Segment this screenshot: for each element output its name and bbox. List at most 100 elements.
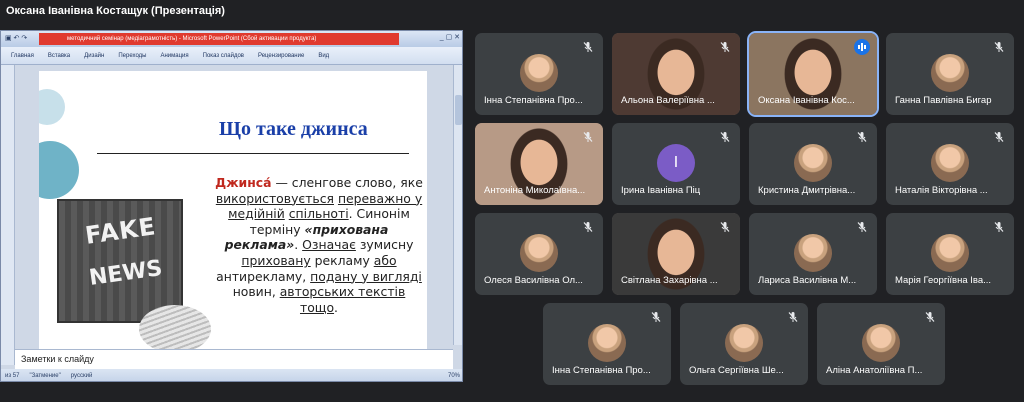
participant-tile[interactable]: Світлана Захарівна ... bbox=[612, 213, 740, 295]
avatar: І bbox=[657, 144, 695, 182]
avatar bbox=[520, 54, 558, 92]
participant-tile[interactable]: Антоніна Миколаївна... bbox=[475, 123, 603, 205]
text-run: авторських текстів bbox=[279, 284, 406, 300]
participant-name: Кристина Дмитрівна... bbox=[758, 185, 856, 196]
status-bar: из 57 "Затмение" русский 70% bbox=[1, 369, 462, 381]
avatar bbox=[588, 324, 626, 362]
text-run: зумисну bbox=[355, 237, 414, 253]
mic-off-icon bbox=[785, 309, 801, 325]
zoom-level[interactable]: 70% bbox=[448, 373, 460, 379]
speaking-indicator-icon bbox=[854, 39, 870, 55]
mic-off-icon bbox=[991, 129, 1007, 145]
mic-off-icon bbox=[854, 129, 870, 145]
avatar bbox=[862, 324, 900, 362]
participant-tile[interactable]: І Ірина Іванівна Піц bbox=[612, 123, 740, 205]
slide-body-text: Джинса́ — сленгове слово, яке використов… bbox=[215, 175, 423, 315]
notes-field[interactable]: Заметки к слайду bbox=[15, 349, 453, 369]
mic-off-icon bbox=[580, 219, 596, 235]
scroll-thumb[interactable] bbox=[455, 95, 462, 125]
participant-name: Ольга Сергіївна Ше... bbox=[689, 365, 784, 376]
participant-name: Альона Валеріївна ... bbox=[621, 95, 715, 106]
text-run: рекламу bbox=[310, 252, 374, 268]
text-run: або bbox=[373, 252, 397, 268]
ribbon-tab[interactable]: Дизайн bbox=[84, 53, 104, 59]
title-divider bbox=[97, 153, 409, 154]
participant-name: Світлана Захарівна ... bbox=[621, 275, 718, 286]
text-run: — сленгове слово, яке bbox=[271, 175, 423, 190]
ribbon-tab[interactable]: Анимация bbox=[160, 53, 188, 59]
participant-name: Інна Степанівна Про... bbox=[484, 95, 583, 106]
avatar bbox=[794, 144, 832, 182]
text-run: приховану bbox=[241, 252, 311, 268]
ribbon-tab[interactable]: Показ слайдов bbox=[203, 53, 244, 59]
text-run: спільноті bbox=[288, 206, 349, 222]
image-text: FAKE bbox=[83, 212, 158, 250]
participant-name: Лариса Василівна М... bbox=[758, 275, 857, 286]
ribbon-tab[interactable]: Вставка bbox=[48, 53, 70, 59]
term: Джинса́ bbox=[215, 175, 272, 190]
powerpoint-titlebar: ▣ ↶ ↷ методичний семінар (медіаграмотніс… bbox=[1, 31, 462, 47]
participant-name: Антоніна Миколаївна... bbox=[484, 185, 586, 196]
avatar bbox=[725, 324, 763, 362]
mic-off-icon bbox=[854, 219, 870, 235]
participant-tile[interactable]: Наталія Вікторівна ... bbox=[886, 123, 1014, 205]
quick-access-icons: ▣ ↶ ↷ bbox=[5, 35, 28, 42]
participant-name: Аліна Анатоліївна П... bbox=[826, 365, 923, 376]
window-controls-icon: _ ▢ ✕ bbox=[439, 34, 460, 41]
mic-off-icon bbox=[922, 309, 938, 325]
vertical-scrollbar[interactable] bbox=[453, 65, 462, 345]
avatar bbox=[794, 234, 832, 272]
powerpoint-title-text: методичний семінар (медіаграмотність) - … bbox=[39, 33, 399, 45]
ribbon-tab[interactable]: Рецензирование bbox=[258, 53, 304, 59]
text-run: використовується bbox=[215, 190, 334, 206]
participant-tile[interactable]: Інна Степанівна Про... bbox=[475, 33, 603, 115]
ribbon-tab[interactable]: Главная bbox=[11, 53, 34, 59]
text-run: . bbox=[294, 237, 303, 253]
mic-off-icon bbox=[580, 39, 596, 55]
ribbon-tabs: Главная Вставка Дизайн Переходы Анимация… bbox=[1, 47, 462, 65]
shared-screen: ▣ ↶ ↷ методичний семінар (медіаграмотніс… bbox=[0, 30, 463, 382]
participant-tile[interactable]: Кристина Дмитрівна... bbox=[749, 123, 877, 205]
participant-tile[interactable]: Олеся Василівна Ол... bbox=[475, 213, 603, 295]
avatar bbox=[931, 144, 969, 182]
participant-name: Ганна Павлівна Бигар bbox=[895, 95, 992, 106]
mic-off-icon bbox=[717, 219, 733, 235]
text-run: новин, bbox=[232, 284, 280, 300]
mic-off-icon bbox=[717, 39, 733, 55]
text-run: антирекламу, bbox=[216, 268, 311, 284]
mic-off-icon bbox=[580, 129, 596, 145]
participant-tile[interactable]: Ольга Сергіївна Ше... bbox=[680, 303, 808, 385]
avatar bbox=[520, 234, 558, 272]
fake-news-image: FAKE NEWS bbox=[57, 199, 183, 323]
slide-counter: из 57 bbox=[5, 373, 20, 379]
participant-tile[interactable]: Ганна Павлівна Бигар bbox=[886, 33, 1014, 115]
participant-tile[interactable]: Альона Валеріївна ... bbox=[612, 33, 740, 115]
ribbon-tab[interactable]: Переходы bbox=[118, 53, 146, 59]
avatar bbox=[931, 234, 969, 272]
theme-name: "Затмение" bbox=[29, 373, 61, 379]
participant-name: Оксана Іванівна Кос... bbox=[758, 95, 855, 106]
participant-tile[interactable]: Інна Степанівна Про... bbox=[543, 303, 671, 385]
presenter-title: Оксана Іванівна Костащук (Презентація) bbox=[6, 5, 225, 17]
slide-title: Що таке джинса bbox=[219, 118, 368, 140]
mic-off-icon bbox=[991, 39, 1007, 55]
ribbon-tab[interactable]: Вид bbox=[318, 53, 329, 59]
participant-name: Наталія Вікторівна ... bbox=[895, 185, 988, 196]
participant-tile[interactable]: Оксана Іванівна Кос... bbox=[747, 31, 879, 117]
participant-tile[interactable]: Марія Георгіївна Іва... bbox=[886, 213, 1014, 295]
window-header: Оксана Іванівна Костащук (Презентація) bbox=[0, 0, 1024, 22]
text-run: тощо bbox=[299, 299, 335, 315]
slide-canvas: Що таке джинса FAKE NEWS Джинса́ — сленг… bbox=[39, 71, 427, 349]
mic-off-icon bbox=[991, 219, 1007, 235]
mic-off-icon bbox=[717, 129, 733, 145]
slides-pane bbox=[1, 65, 15, 365]
participant-name: Олеся Василівна Ол... bbox=[484, 275, 583, 286]
participant-tile[interactable]: Лариса Василівна М... bbox=[749, 213, 877, 295]
text-run: подану у вигляді bbox=[310, 268, 422, 284]
language: русский bbox=[70, 373, 93, 379]
decor-circle bbox=[39, 89, 65, 125]
participant-tile[interactable]: Аліна Анатоліївна П... bbox=[817, 303, 945, 385]
participant-name: Марія Георгіївна Іва... bbox=[895, 275, 992, 286]
text-run: Означає bbox=[302, 237, 356, 253]
participant-name: Ірина Іванівна Піц bbox=[621, 185, 701, 196]
